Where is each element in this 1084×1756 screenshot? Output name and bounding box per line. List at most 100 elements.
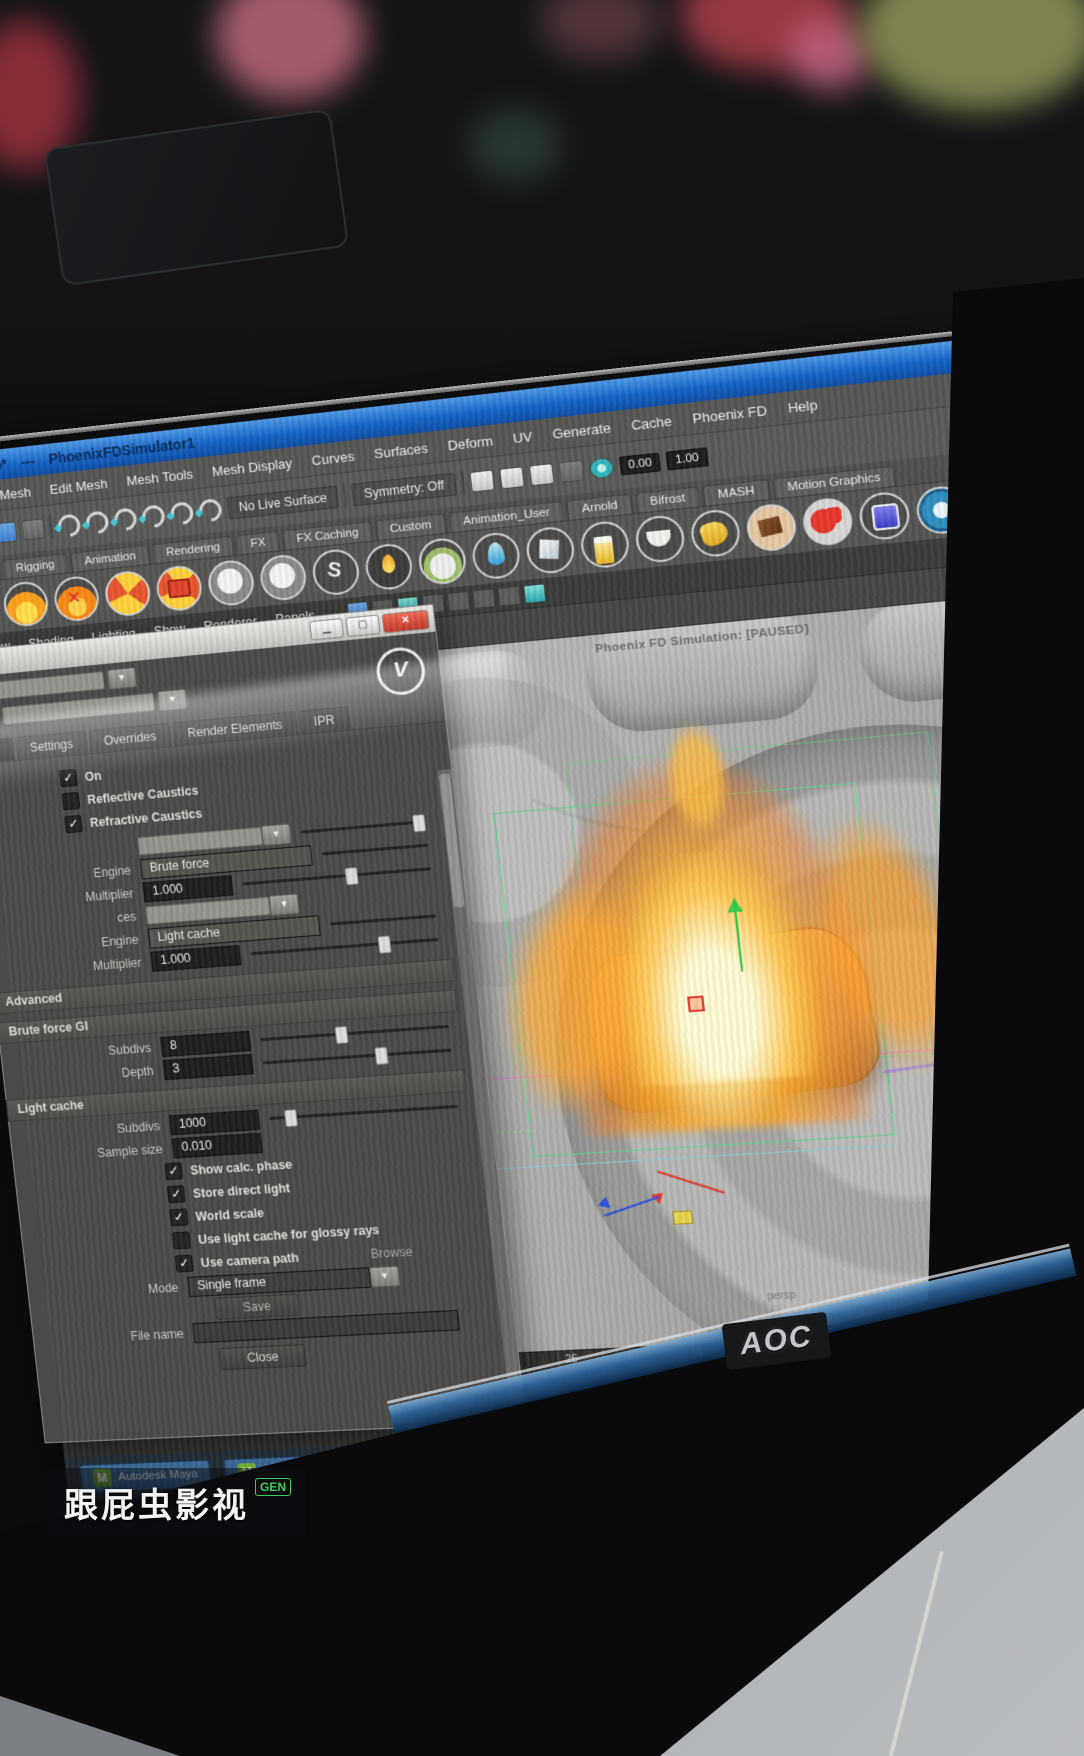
mode-dropdown-arrow[interactable]: ▼ — [369, 1265, 400, 1287]
make-live-icon[interactable] — [195, 495, 227, 526]
saturation-slider[interactable] — [301, 820, 426, 834]
fire-source-marker — [687, 996, 705, 1013]
lasso-tool-icon-active[interactable] — [0, 521, 18, 543]
save-button[interactable]: Save — [214, 1293, 299, 1319]
phoenix-candle-icon[interactable] — [363, 542, 414, 592]
phoenix-explosion-source-icon[interactable] — [154, 564, 204, 613]
secondary-engine-dropdown-arrow[interactable]: ▼ — [269, 893, 300, 916]
secondary-multiplier-value[interactable]: 1.000 — [150, 944, 241, 971]
toolbar-divider-3 — [461, 471, 466, 496]
browse-link[interactable]: Browse — [370, 1244, 413, 1261]
paint-select-icon[interactable] — [21, 518, 45, 540]
bf-depth-value[interactable]: 3 — [163, 1054, 254, 1080]
menu-phoenix-fd[interactable]: Phoenix FD — [692, 402, 768, 426]
watermark: 跟屁虫影视 GEN — [48, 1468, 307, 1537]
phoenix-fire-remove-icon[interactable] — [52, 575, 101, 624]
phoenix-beer-icon[interactable] — [579, 519, 632, 570]
phoenix-ice-cube-icon[interactable] — [524, 525, 576, 575]
menu-mesh[interactable]: Mesh — [0, 484, 32, 502]
mural-pink-blob-2 — [790, 20, 870, 90]
close-icon[interactable]: ✕ — [382, 609, 430, 633]
phoenix-trail-icon[interactable] — [311, 547, 362, 597]
mural-green-blob — [470, 110, 560, 180]
phoenix-splash-icon[interactable] — [801, 496, 855, 547]
menu-mesh-tools[interactable]: Mesh Tools — [126, 466, 194, 488]
phoenix-water-drop-icon[interactable] — [470, 531, 522, 581]
store-direct-light-checkbox[interactable]: ✓ — [167, 1185, 186, 1203]
world-scale-checkbox[interactable]: ✓ — [169, 1208, 188, 1226]
snap-curve-icon[interactable] — [82, 507, 113, 538]
refractive-caustics-checkbox[interactable]: ✓ — [64, 815, 83, 833]
lc-subdivs-slider[interactable] — [269, 1105, 458, 1120]
menu-mesh-display[interactable]: Mesh Display — [211, 455, 293, 479]
menu-deform[interactable]: Deform — [447, 432, 494, 452]
menu-surfaces[interactable]: Surfaces — [373, 440, 428, 461]
monitor-brand-text: AOC — [738, 1320, 814, 1362]
symmetry-field[interactable]: Symmetry: Off — [351, 473, 457, 507]
snap-projected-center-icon[interactable] — [138, 501, 169, 532]
phoenix-honey-icon[interactable] — [689, 508, 742, 559]
title-separator: --- — [20, 453, 36, 471]
store-direct-light-label: Store direct light — [192, 1180, 291, 1200]
menu-cache[interactable]: Cache — [630, 413, 672, 433]
snap-view-plane-icon[interactable] — [166, 498, 198, 529]
center-manipulator-handle[interactable] — [672, 1210, 693, 1225]
toolbar-divider — [49, 515, 54, 539]
menu-curves[interactable]: Curves — [311, 448, 355, 468]
menu-uv[interactable]: UV — [512, 428, 533, 446]
glossy-rays-checkbox[interactable] — [172, 1231, 191, 1249]
snap-point-icon[interactable] — [110, 504, 141, 535]
render-view-icon[interactable] — [469, 470, 495, 493]
spacer — [0, 846, 138, 859]
menu-edit-mesh[interactable]: Edit Mesh — [49, 475, 108, 496]
watermark-badge: GEN — [255, 1478, 291, 1496]
show-calc-phase-checkbox[interactable]: ✓ — [164, 1162, 183, 1180]
phoenix-vapor-icon[interactable] — [417, 536, 468, 586]
camera-label: persp — [766, 1289, 796, 1303]
soft-select-value-field[interactable]: 1.00 — [666, 447, 709, 470]
secondary-multiplier-slider[interactable] — [250, 938, 439, 955]
menu-generate[interactable]: Generate — [552, 419, 612, 441]
slider-knob[interactable] — [375, 1047, 389, 1065]
safe-action-icon[interactable] — [472, 588, 495, 609]
reflective-caustics-checkbox[interactable] — [61, 792, 80, 810]
renderer-dropdown[interactable] — [0, 671, 105, 700]
phoenix-brick-icon[interactable] — [857, 490, 911, 542]
slider-knob[interactable] — [334, 1026, 348, 1044]
bf-depth-slider[interactable] — [263, 1049, 452, 1065]
live-surface-field[interactable]: No Live Surface — [226, 485, 339, 519]
camera-path-checkbox[interactable]: ✓ — [175, 1255, 194, 1273]
phoenix-coffee-icon[interactable] — [634, 514, 687, 565]
snap-grid-icon[interactable] — [54, 510, 85, 541]
phoenix-smoke-icon[interactable] — [206, 558, 256, 607]
y-axis-arrowhead — [725, 890, 743, 913]
hypershade-icon[interactable] — [589, 457, 615, 480]
wire-cube-icon[interactable] — [523, 583, 546, 604]
close-button[interactable]: Close — [218, 1343, 307, 1369]
phoenix-chocolate-icon[interactable] — [745, 502, 799, 553]
phoenix-fire-icon[interactable] — [2, 580, 51, 628]
render-current-frame-icon[interactable] — [499, 466, 525, 489]
watermark-text: 跟屁虫影视 — [64, 1478, 249, 1527]
safe-title-icon[interactable] — [498, 586, 521, 607]
tablet-silhouette — [44, 109, 350, 287]
saturation-dropdown-arrow[interactable]: ▼ — [261, 823, 292, 846]
menu-help[interactable]: Help — [787, 396, 818, 415]
phoenix-explosion-icon[interactable] — [103, 569, 152, 618]
minimize-button[interactable]: ▁ — [309, 618, 344, 641]
refractive-caustics-label: Refractive Caustics — [89, 806, 203, 830]
slider-knob[interactable] — [345, 867, 359, 885]
slider-knob[interactable] — [377, 935, 391, 953]
bf-subdivs-slider[interactable] — [260, 1025, 449, 1041]
secondary-engine-slider-track — [330, 914, 436, 925]
mural-pink-blob — [215, 0, 365, 100]
render-settings-icon[interactable] — [559, 460, 585, 483]
soft-select-falloff-field[interactable]: 0.00 — [619, 452, 662, 475]
slider-knob[interactable] — [412, 814, 427, 832]
field-chart-icon[interactable] — [447, 591, 470, 612]
slider-knob[interactable] — [283, 1109, 297, 1127]
phoenix-cloud-icon[interactable] — [258, 553, 308, 602]
ipr-render-icon[interactable] — [529, 463, 555, 486]
maximize-button[interactable]: ▢ — [345, 614, 380, 637]
renderer-dropdown-arrow[interactable]: ▼ — [107, 667, 137, 690]
